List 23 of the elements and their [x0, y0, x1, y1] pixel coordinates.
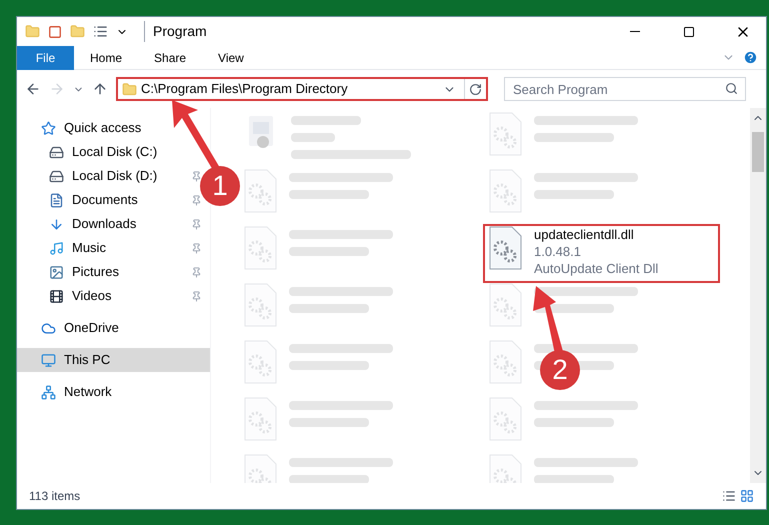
ribbon-tab[interactable]: Share [138, 46, 202, 70]
file-detail: AutoUpdate Client Dll [534, 260, 658, 277]
window-title: Program [144, 21, 207, 42]
sidebar-item[interactable]: Downloads [49, 212, 136, 236]
ribbon-tab[interactable]: View [202, 46, 260, 70]
search-field[interactable]: Search Program [504, 77, 746, 101]
address-path: C:\Program Files\Program Directory [141, 80, 349, 98]
sidebar-item[interactable]: This PC [17, 348, 210, 372]
file-detail: 1.0.48.1 [534, 243, 582, 260]
sidebar-item[interactable]: Local Disk (C:) [49, 140, 158, 164]
sidebar-item[interactable]: OneDrive [17, 316, 210, 340]
sidebar-item[interactable]: Videos [49, 284, 112, 308]
sidebar-item[interactable]: Quick access [17, 116, 210, 140]
sidebar-item[interactable]: Local Disk (D:) [49, 164, 158, 188]
ribbon-tab[interactable]: Home [74, 46, 138, 70]
sidebar-item[interactable]: Music [49, 236, 106, 260]
sidebar-item[interactable]: Pictures [49, 260, 119, 284]
item-count: 113 items [29, 488, 80, 505]
sidebar-item[interactable]: Documents [49, 188, 138, 212]
ribbon-tab[interactable]: File [17, 46, 74, 70]
file-name[interactable]: updateclientdll.dll [534, 226, 658, 243]
address-bar[interactable]: C:\Program Files\Program Directory [116, 77, 488, 101]
sidebar-item[interactable]: Network [17, 380, 210, 404]
